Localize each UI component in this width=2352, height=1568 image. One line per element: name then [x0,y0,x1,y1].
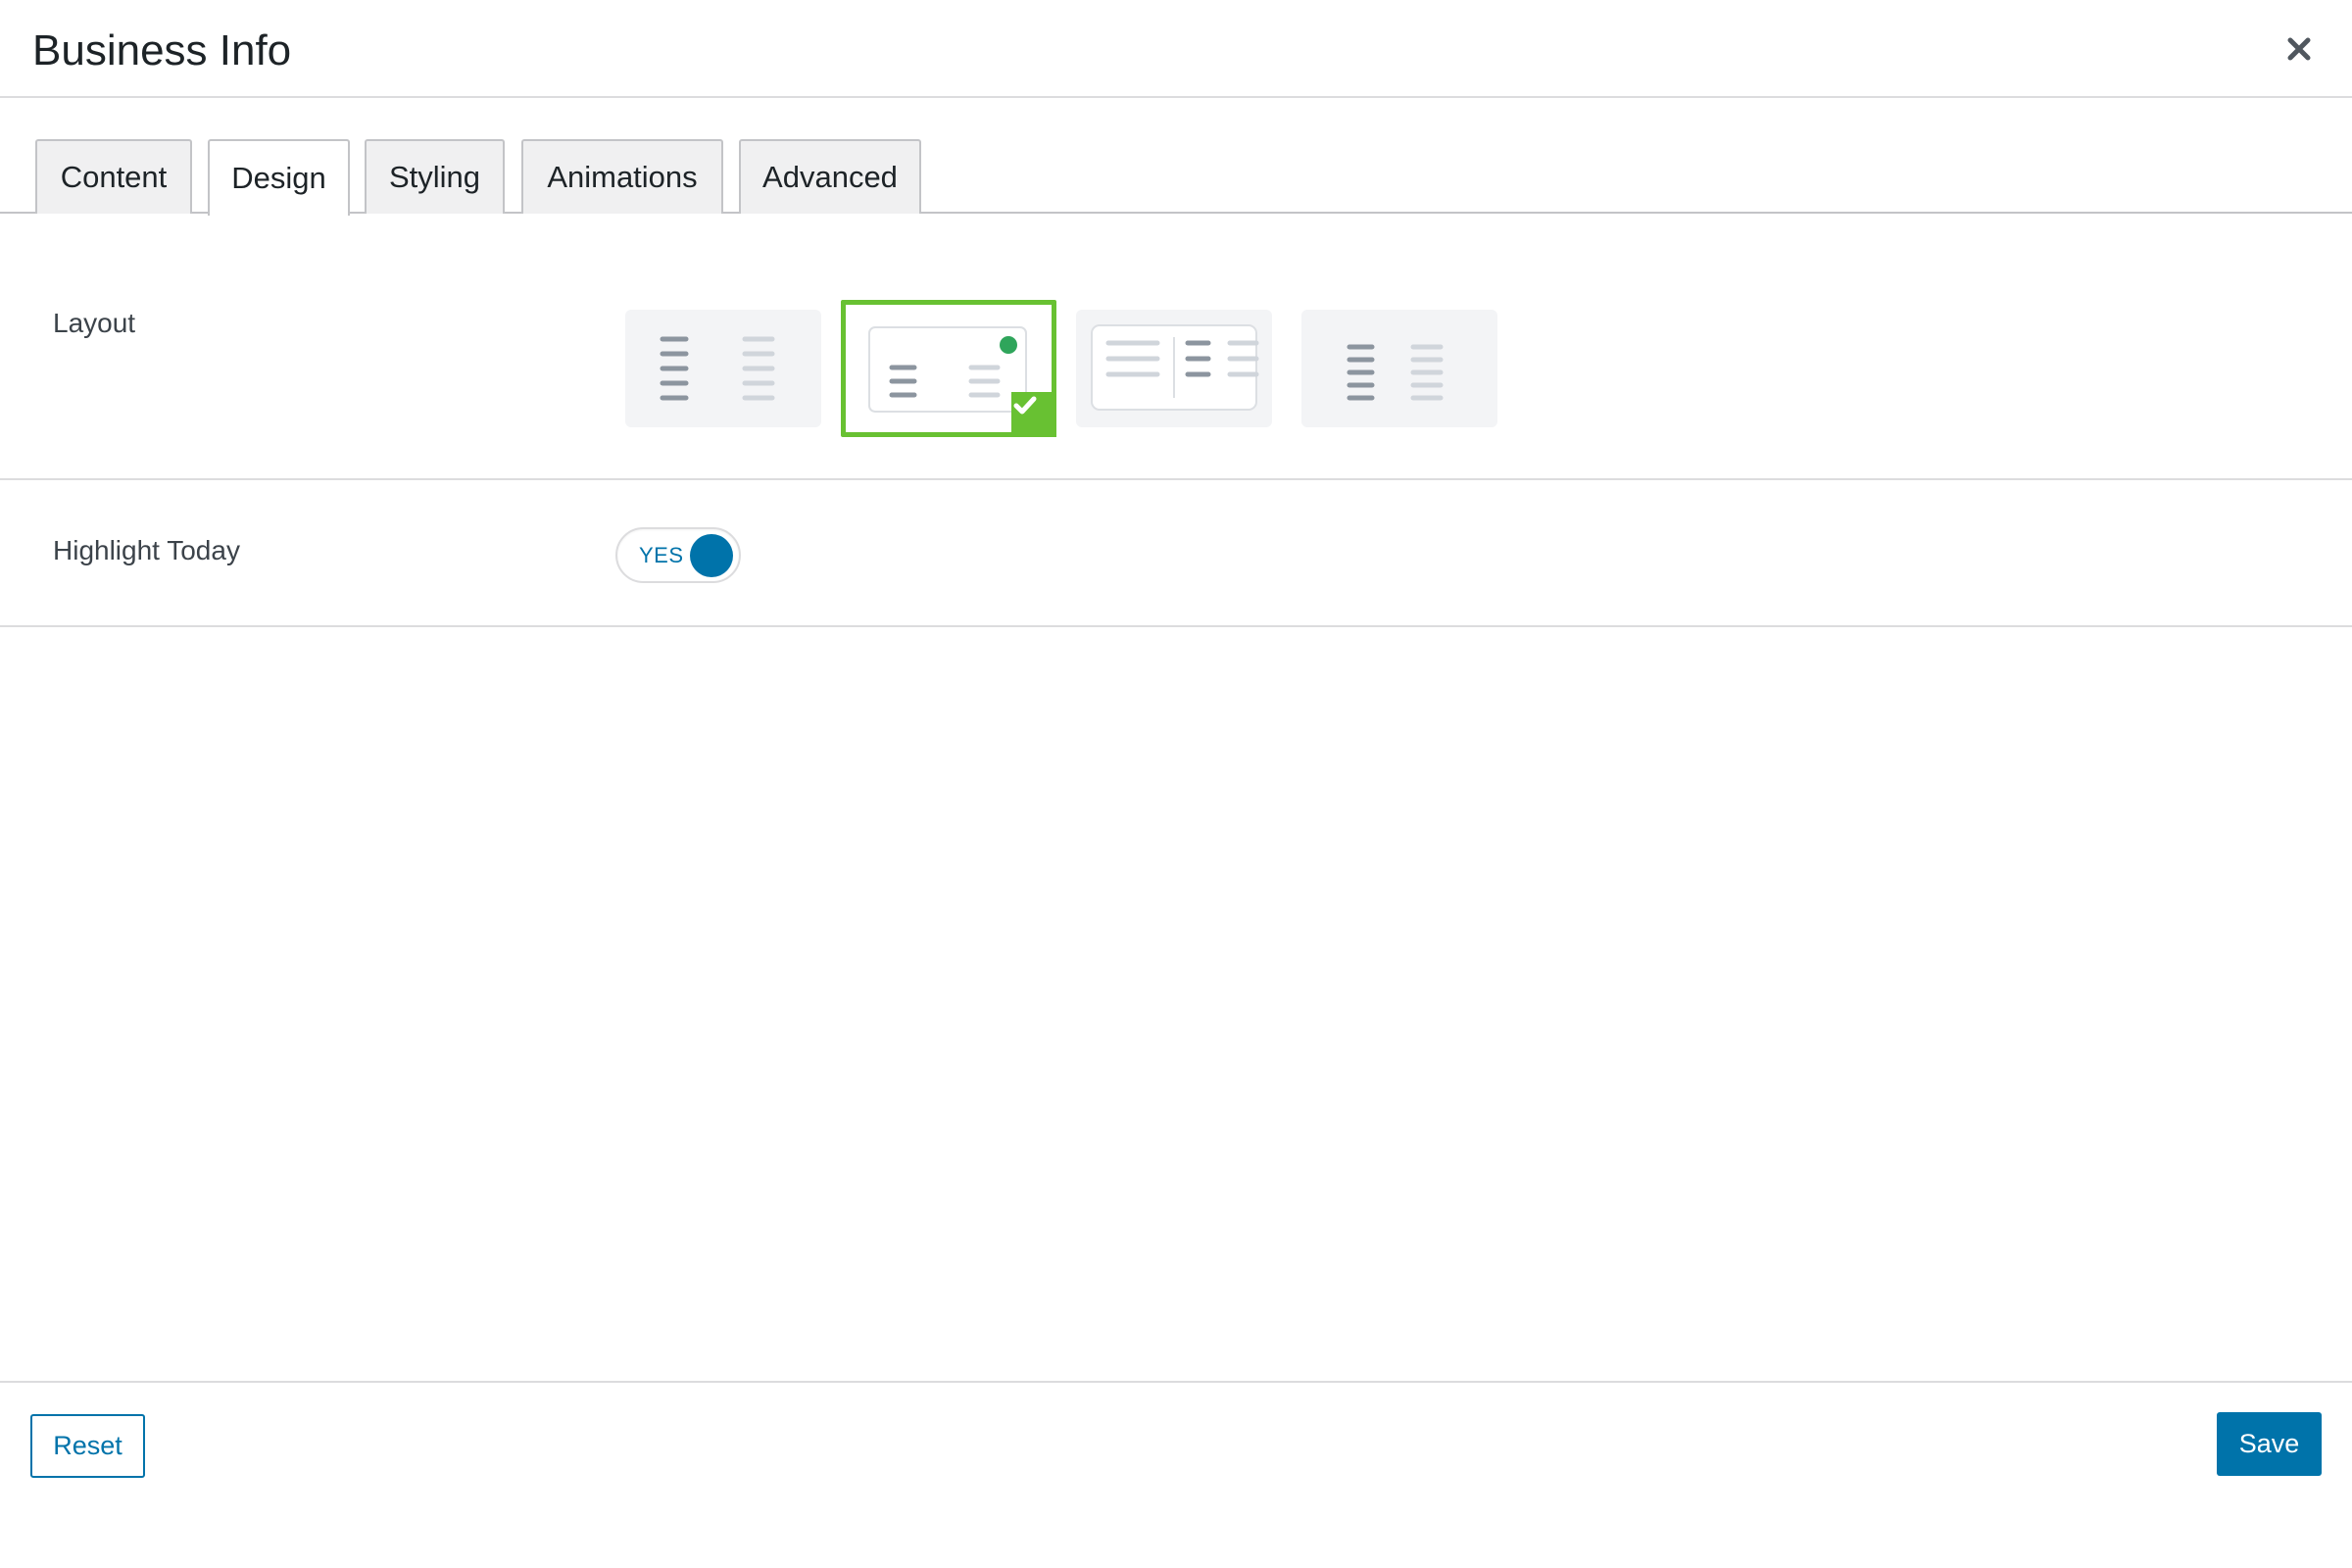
tab-animations[interactable]: Animations [521,139,723,214]
close-icon [2287,37,2311,61]
business-info-modal: Business Info Content Design Styling Ani… [0,0,2352,1568]
highlight-today-row: Highlight Today [0,480,2352,627]
checkmark-icon [1011,392,1056,437]
highlight-today-label: Highlight Today [53,535,240,565]
tab-advanced[interactable]: Advanced [739,139,921,214]
highlight-today-toggle[interactable]: YES [615,527,741,583]
layout-label: Layout [53,308,136,338]
reset-button[interactable]: Reset [30,1414,145,1478]
layout-option-3[interactable] [1076,310,1272,427]
layout-option-1[interactable] [625,310,821,427]
modal-footer: Reset Save [0,1381,2352,1568]
tab-bar: Content Design Styling Animations Advanc… [0,98,2352,216]
layout-option-4[interactable] [1301,310,1497,427]
modal-title: Business Info [32,26,292,74]
close-button[interactable] [2279,29,2319,69]
tab-content[interactable]: Content [35,139,192,214]
tab-design[interactable]: Design [208,139,350,216]
save-button[interactable]: Save [2217,1412,2322,1476]
layout-option-2[interactable] [841,300,1056,437]
tab-styling[interactable]: Styling [365,139,505,214]
toggle-knob [690,534,733,577]
toggle-state-text: YES [639,543,684,567]
modal-header: Business Info [0,0,2352,98]
